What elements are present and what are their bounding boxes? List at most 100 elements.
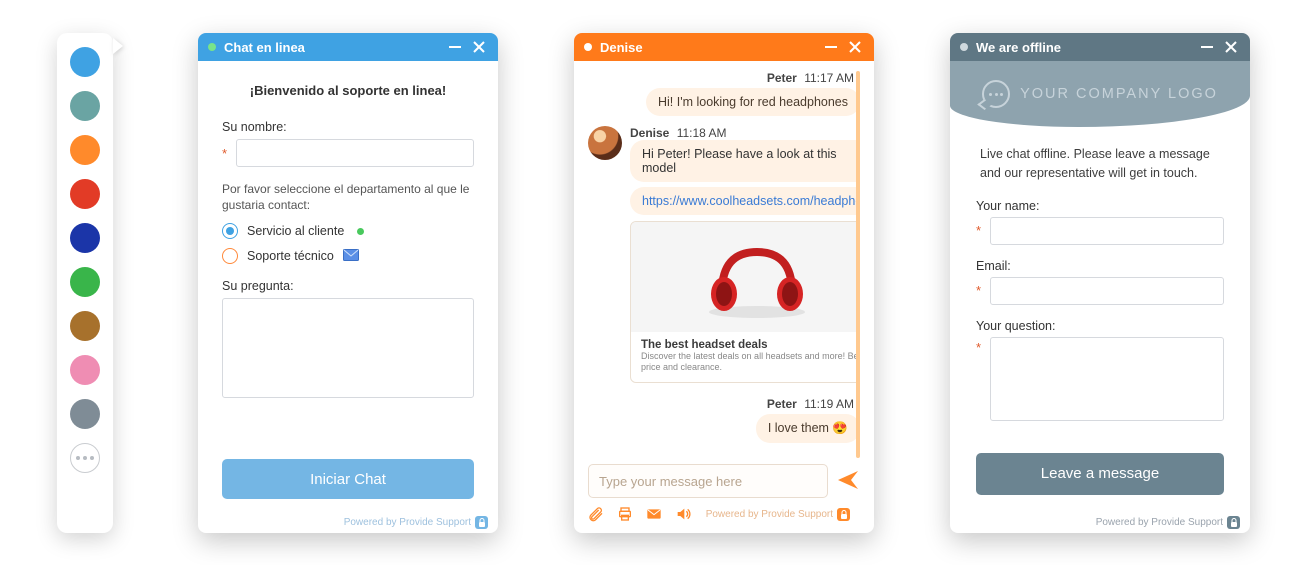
powered-by-label: Powered by Provide Support (1096, 517, 1223, 528)
color-swatch-2[interactable] (70, 91, 100, 121)
question-label: Your question: (976, 319, 1224, 333)
radio-checked-icon (222, 223, 238, 239)
email-icon[interactable] (646, 506, 662, 525)
theme-color-picker (57, 33, 113, 533)
titlebar: Chat en linea (198, 33, 498, 61)
widget-title: Chat en linea (224, 40, 305, 55)
sender-name: Peter (767, 397, 797, 411)
timestamp: 11:18 AM (677, 126, 727, 140)
attachment-icon[interactable] (588, 506, 604, 525)
dept-instructions: Por favor seleccione el departamento al … (222, 181, 474, 213)
color-swatch-9[interactable] (70, 399, 100, 429)
color-swatch-6[interactable] (70, 267, 100, 297)
message-meta: Peter 11:19 AM (588, 397, 860, 411)
dept-option-label: Soporte técnico (247, 249, 334, 263)
card-description: Discover the latest deals on all headset… (641, 351, 860, 374)
powered-by-footer: Powered by Provide Support (198, 511, 498, 533)
print-icon[interactable] (617, 506, 633, 525)
name-input[interactable] (236, 139, 474, 167)
name-label: Your name: (976, 199, 1224, 213)
sound-icon[interactable] (675, 506, 691, 525)
close-button[interactable] (846, 38, 864, 56)
radio-unchecked-icon (222, 248, 238, 264)
minimize-button[interactable] (446, 38, 464, 56)
required-marker: * (222, 147, 230, 160)
color-swatch-3[interactable] (70, 135, 100, 165)
email-input[interactable] (990, 277, 1224, 305)
lock-icon (837, 508, 850, 521)
user-message: Hi! I'm looking for red headphones (588, 88, 860, 116)
dept-option-customer-service[interactable]: Servicio al cliente (222, 223, 474, 239)
timestamp: 11:19 AM (804, 397, 854, 411)
question-textarea[interactable] (222, 298, 474, 398)
chat-bubble-icon (982, 80, 1010, 108)
send-button[interactable] (836, 468, 860, 495)
color-swatch-1[interactable] (70, 47, 100, 77)
status-offline-dot (960, 43, 968, 51)
close-button[interactable] (1222, 38, 1240, 56)
powered-by-footer: Powered by Provide Support (950, 511, 1250, 533)
color-swatch-5[interactable] (70, 223, 100, 253)
name-label: Su nombre: (222, 120, 474, 134)
required-marker: * (976, 337, 984, 354)
status-dot (584, 43, 592, 51)
powered-by-footer: Powered by Provide Support (691, 504, 860, 526)
status-online-dot (208, 43, 216, 51)
chat-toolbar (588, 502, 691, 527)
offline-widget-slate: We are offline YOUR COMPANY LOGO Live ch… (950, 33, 1250, 533)
scrollbar[interactable] (856, 71, 860, 458)
mail-icon (343, 249, 359, 264)
card-title: The best headset deals (641, 339, 860, 351)
message-bubble: Hi Peter! Please have a look at this mod… (630, 140, 860, 182)
compose-row (588, 458, 860, 502)
color-swatch-7[interactable] (70, 311, 100, 341)
question-textarea[interactable] (990, 337, 1224, 421)
conversation-widget-orange: Denise Peter 11:17 AM Hi! I'm looking fo… (574, 33, 874, 533)
titlebar: We are offline (950, 33, 1250, 61)
sender-name: Peter (767, 71, 797, 85)
user-message: I love them 😍 (588, 414, 860, 443)
color-swatch-8[interactable] (70, 355, 100, 385)
color-swatch-4[interactable] (70, 179, 100, 209)
minimize-button[interactable] (822, 38, 840, 56)
agent-avatar (588, 126, 622, 160)
logo-header: YOUR COMPANY LOGO (950, 61, 1250, 127)
minimize-button[interactable] (1198, 38, 1216, 56)
welcome-message: ¡Bienvenido al soporte en linea! (222, 83, 474, 98)
link-preview-card[interactable]: The best headset deals Discover the late… (630, 221, 860, 383)
lock-icon (1227, 516, 1240, 529)
selected-swatch-pointer (113, 38, 123, 54)
message-bubble: I love them 😍 (756, 414, 860, 443)
powered-by-label: Powered by Provide Support (344, 517, 471, 528)
name-input[interactable] (990, 217, 1224, 245)
dept-option-label: Servicio al cliente (247, 224, 344, 238)
powered-by-label: Powered by Provide Support (706, 509, 833, 520)
dept-option-tech-support[interactable]: Soporte técnico (222, 248, 474, 264)
widget-title: Denise (600, 40, 643, 55)
email-label: Email: (976, 259, 1224, 273)
leave-message-button[interactable]: Leave a message (976, 453, 1224, 495)
required-marker: * (976, 284, 984, 297)
logo-text: YOUR COMPANY LOGO (1020, 86, 1218, 102)
timestamp: 11:17 AM (804, 71, 854, 85)
widget-title: We are offline (976, 40, 1061, 55)
start-chat-button[interactable]: Iniciar Chat (222, 459, 474, 499)
question-label: Su pregunta: (222, 279, 474, 293)
message-bubble: Hi! I'm looking for red headphones (646, 88, 860, 116)
message-meta: Peter 11:17 AM (588, 71, 860, 85)
close-button[interactable] (470, 38, 488, 56)
lock-icon (475, 516, 488, 529)
preview-image (631, 222, 860, 332)
messages-pane: Peter 11:17 AM Hi! I'm looking for red h… (588, 71, 860, 458)
link-bubble[interactable]: https://www.coolheadsets.com/headpho... (630, 187, 860, 215)
message-input[interactable] (588, 464, 828, 498)
required-marker: * (976, 224, 984, 237)
titlebar: Denise (574, 33, 874, 61)
agent-message-block: Denise 11:18 AM Hi Peter! Please have a … (588, 126, 860, 389)
more-colors-button[interactable] (70, 443, 100, 473)
message-meta: Denise 11:18 AM (630, 126, 860, 140)
prechat-widget-blue: Chat en linea ¡Bienvenido al soporte en … (198, 33, 498, 533)
dept-online-indicator (357, 228, 364, 235)
sender-name: Denise (630, 126, 669, 140)
offline-message: Live chat offline. Please leave a messag… (976, 145, 1224, 183)
